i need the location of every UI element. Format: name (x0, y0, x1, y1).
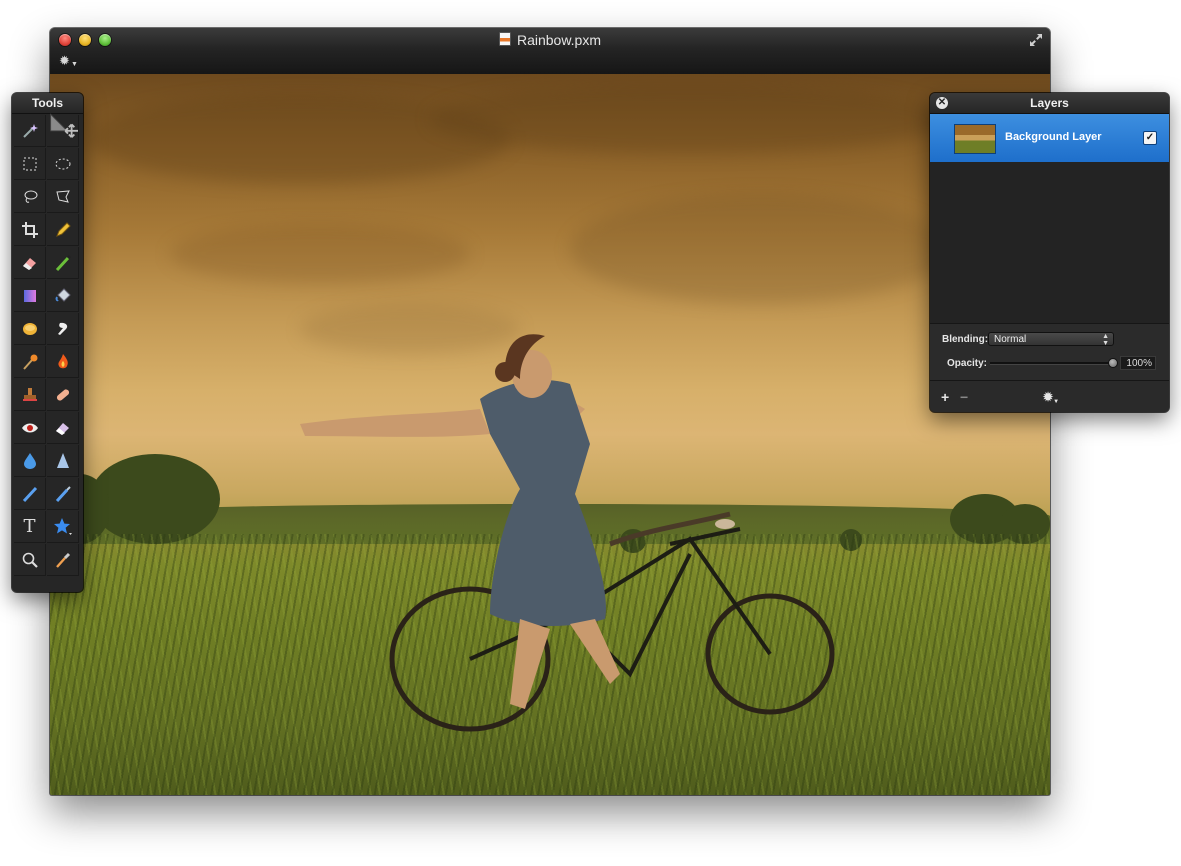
eraser-alt-icon (55, 422, 69, 435)
photo-subject (300, 334, 835, 732)
dodge-icon (22, 354, 37, 370)
stamp-icon (22, 387, 37, 401)
pencil-icon (55, 221, 71, 237)
eyedropper-tool[interactable] (47, 544, 79, 576)
eye-icon (21, 423, 38, 432)
gradient-icon (23, 289, 36, 302)
star-icon (53, 517, 72, 535)
type-tool[interactable]: T (14, 511, 46, 543)
window-title: Rainbow.pxm (50, 31, 1050, 49)
magic-wand-tool[interactable] (14, 115, 46, 147)
bandage-icon (56, 388, 69, 401)
rectangular-select-tool[interactable] (14, 148, 46, 180)
add-layer-button[interactable]: + (941, 390, 949, 404)
elliptical-select-tool[interactable] (47, 148, 79, 180)
sharpen-tool[interactable] (47, 445, 79, 477)
tools-panel[interactable]: Tools T (12, 93, 83, 592)
blur-tool[interactable] (14, 445, 46, 477)
crop-tool[interactable] (14, 214, 46, 246)
burn-tool[interactable] (47, 346, 79, 378)
burn-icon (57, 353, 68, 368)
smudge-tool[interactable] (47, 313, 79, 345)
remove-layer-button[interactable]: − (960, 390, 968, 404)
gear-icon: ✹ (59, 53, 70, 68)
layer-row[interactable]: Background Layer ✓ (930, 114, 1169, 162)
layer-actions-button[interactable]: ✹▼ (1043, 390, 1059, 409)
ellipse-select-icon (55, 158, 70, 169)
opacity-field[interactable]: 100% (1120, 356, 1156, 370)
eyedropper-icon (55, 552, 70, 568)
image-canvas[interactable] (50, 74, 1050, 795)
brush-icon (55, 254, 71, 271)
droplet-icon (23, 452, 36, 469)
close-panel-button[interactable]: ✕ (936, 97, 948, 109)
gradient-tool[interactable] (14, 280, 46, 312)
move-arrow-icon (50, 112, 78, 138)
magic-wand-icon (22, 123, 38, 138)
opacity-slider[interactable] (990, 358, 1118, 368)
sponge-tool[interactable] (14, 313, 46, 345)
paint-bucket-icon (55, 287, 71, 302)
eraser-tool[interactable] (14, 247, 46, 279)
layer-controls: Blending: Normal ▲ ▼ Opacity: 100% (930, 323, 1169, 380)
eraser-icon (22, 257, 36, 270)
clone-stamp-tool[interactable] (14, 379, 46, 411)
sponge-icon (22, 322, 37, 335)
layers-list[interactable] (930, 162, 1169, 323)
layers-panel-title: Layers (930, 93, 1169, 114)
layer-thumbnail (954, 124, 996, 154)
brush-tool[interactable] (47, 247, 79, 279)
blending-select[interactable]: Normal ▲ ▼ (988, 332, 1114, 347)
lasso-icon (24, 190, 37, 203)
magnifier-icon (22, 552, 38, 568)
gear-icon: ✹ (1043, 390, 1054, 404)
polygon-lasso-icon (55, 189, 70, 203)
blending-value: Normal (994, 334, 1027, 345)
cone-icon (56, 452, 69, 468)
document-icon (498, 32, 511, 46)
chevron-down-icon: ▼ (71, 61, 78, 68)
select-arrows-icon: ▲ ▼ (1102, 333, 1109, 347)
freeform-pen-tool[interactable] (47, 478, 79, 510)
shape-tool[interactable] (47, 511, 79, 543)
repair-eraser-tool[interactable] (47, 412, 79, 444)
lasso-tool[interactable] (14, 181, 46, 213)
zoom-tool[interactable] (14, 544, 46, 576)
heal-tool[interactable] (47, 379, 79, 411)
pen-tool[interactable] (14, 478, 46, 510)
arrange-tool[interactable] (47, 112, 79, 147)
pen-alt-icon (55, 485, 71, 502)
layers-footer: + − ✹▼ (930, 380, 1169, 412)
close-icon: ✕ (937, 97, 947, 108)
opacity-slider-knob[interactable] (1108, 358, 1118, 368)
window-title-text: Rainbow.pxm (516, 32, 602, 48)
blending-label: Blending: (942, 334, 989, 345)
rect-select-icon (23, 157, 36, 170)
chevron-down-icon: ▼ (1053, 399, 1060, 405)
pen-icon (22, 486, 37, 502)
gear-menu-button[interactable]: ✹ ▼ (59, 53, 78, 69)
smudge-icon (57, 322, 67, 335)
polygonal-lasso-tool[interactable] (47, 181, 79, 213)
layer-visibility-checkbox[interactable]: ✓ (1143, 131, 1157, 145)
dodge-tool[interactable] (14, 346, 46, 378)
red-eye-tool[interactable] (14, 412, 46, 444)
window-titlebar[interactable]: Rainbow.pxm ✹ ▼ (50, 28, 1050, 75)
pencil-tool[interactable] (47, 214, 79, 246)
layer-name: Background Layer (1005, 131, 1102, 143)
layers-panel[interactable]: Layers ✕ Background Layer ✓ Blending: No… (930, 93, 1169, 412)
opacity-label: Opacity: (947, 358, 988, 369)
type-icon: T (23, 516, 36, 537)
fullscreen-icon[interactable] (1028, 32, 1044, 48)
crop-icon (21, 221, 38, 238)
document-window: Rainbow.pxm ✹ ▼ (50, 28, 1050, 795)
paint-bucket-tool[interactable] (47, 280, 79, 312)
